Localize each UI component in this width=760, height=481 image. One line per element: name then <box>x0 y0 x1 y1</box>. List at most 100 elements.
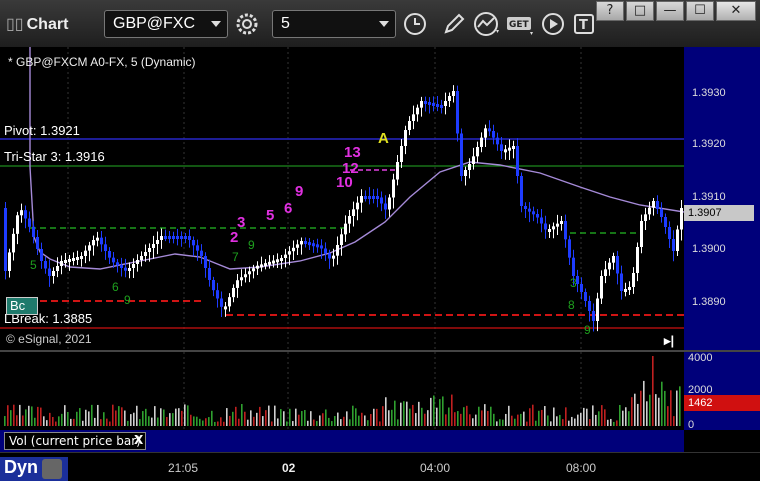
volume-bar <box>13 404 15 426</box>
candle-body <box>308 242 311 246</box>
interval-value: 5 <box>281 15 290 32</box>
candle-body <box>676 229 679 251</box>
volume-bar <box>559 414 561 426</box>
volume-bar <box>181 410 183 426</box>
volume-bar <box>274 405 276 426</box>
volume-bar <box>232 411 234 426</box>
candle-body <box>508 147 511 151</box>
candle-body <box>316 244 319 248</box>
count-marker-10: 10 <box>336 174 353 191</box>
candle-body <box>624 289 627 292</box>
pencil-draw-icon[interactable] <box>440 10 466 38</box>
last-price-tag: 1.3907 <box>684 205 754 221</box>
count-marker-3: 3 <box>237 214 245 231</box>
green-count-7: 7 <box>232 250 239 264</box>
volume-bar <box>352 405 354 426</box>
volume-bar <box>430 397 432 426</box>
dynamic-mode-button[interactable]: Dyn <box>0 457 68 481</box>
volume-bar <box>544 406 546 426</box>
volume-bar <box>43 416 45 426</box>
candle-body <box>568 239 571 258</box>
volume-study-bar: Vol (current price bar) X <box>0 430 684 452</box>
candle-body <box>584 292 587 301</box>
candle-body <box>392 179 395 198</box>
interval-combo[interactable]: 5 <box>272 10 396 38</box>
volume-bar <box>673 416 675 426</box>
candle-body <box>660 209 663 217</box>
volume-bar <box>88 411 90 426</box>
window-title-text: Chart <box>26 16 69 33</box>
dyn-label: Dyn <box>4 457 39 477</box>
volume-bar <box>667 406 669 426</box>
grip-icon[interactable]: ▯▯ <box>6 16 24 33</box>
settings-gear-icon[interactable] <box>234 10 260 38</box>
price-tick: 1.3930 <box>692 87 726 99</box>
volume-bar <box>451 394 453 426</box>
candle-body <box>644 214 647 221</box>
volume-bar <box>595 414 597 426</box>
scroll-to-end-icon[interactable]: ▸| <box>664 333 674 349</box>
candle-body <box>300 241 303 245</box>
candle-body <box>520 176 523 206</box>
candle-body <box>428 102 431 105</box>
volume-bar <box>331 421 333 426</box>
volume-bar <box>40 407 42 426</box>
maximize-button[interactable]: ☐ <box>686 1 714 21</box>
volume-bar <box>55 421 57 426</box>
volume-bar <box>133 412 135 426</box>
candle-body <box>88 245 91 251</box>
candle-body <box>192 240 195 246</box>
price-axis[interactable]: 1.3930 1.3920 1.3910 1.3900 1.3890 1.390… <box>684 47 760 350</box>
volume-tick: 0 <box>688 419 695 431</box>
volume-bar <box>148 416 150 426</box>
lock-icon[interactable] <box>42 459 62 479</box>
volume-bar <box>106 418 108 426</box>
volume-bar <box>370 414 372 426</box>
volume-axis: 4000 2000 0 1462 <box>684 352 760 431</box>
time-tick: 02 <box>282 461 296 475</box>
price-pane[interactable]: 2 3 5 6 9 13 12 10 A 9 7 5 6 9 3 8 9 * G… <box>0 47 684 350</box>
candle-body <box>20 210 23 216</box>
volume-study-close-icon[interactable]: X <box>134 433 143 447</box>
volume-bar <box>664 390 666 426</box>
candle-body <box>56 266 59 271</box>
left-badge[interactable]: Bc <box>6 297 38 315</box>
symbol-combo[interactable]: GBP@FXC <box>104 10 228 38</box>
candle-body <box>240 277 243 281</box>
clock-icon[interactable] <box>402 10 428 38</box>
volume-bar <box>247 419 249 426</box>
candle-body <box>344 223 347 235</box>
volume-bar <box>442 396 444 426</box>
volume-bar <box>406 401 408 426</box>
candle-body <box>424 101 427 104</box>
get-data-icon[interactable]: GET <box>506 10 536 38</box>
volume-study-label[interactable]: Vol (current price bar) <box>4 432 146 450</box>
minimize-button[interactable]: — <box>656 1 684 21</box>
candle-body <box>332 255 335 259</box>
volume-bar <box>379 421 381 426</box>
candle-body <box>292 247 295 252</box>
text-tool-icon[interactable]: T <box>574 10 596 38</box>
volume-bar <box>46 420 48 426</box>
volume-pane[interactable] <box>0 352 684 430</box>
volume-bar <box>211 410 213 426</box>
price-tick: 1.3900 <box>692 243 726 255</box>
candle-body <box>348 216 351 224</box>
close-button[interactable]: ✕ <box>716 1 756 21</box>
count-marker-9: 9 <box>295 183 303 200</box>
play-replay-icon[interactable] <box>540 10 566 38</box>
candle-body <box>380 197 383 204</box>
time-axis[interactable]: Dyn 21:05 02 04:00 08:00 <box>0 452 760 481</box>
candle-body <box>100 237 103 245</box>
candle-body <box>632 273 635 287</box>
volume-bar <box>424 413 426 426</box>
candle-body <box>108 251 111 258</box>
volume-bar <box>382 406 384 426</box>
study-chart-icon[interactable] <box>472 10 502 38</box>
candle-body <box>448 96 451 101</box>
candle-body <box>460 133 463 176</box>
restore-button[interactable]: □ <box>626 1 654 21</box>
candle-body <box>376 196 379 199</box>
volume-bar <box>466 405 468 426</box>
help-button[interactable]: ? <box>596 1 624 21</box>
